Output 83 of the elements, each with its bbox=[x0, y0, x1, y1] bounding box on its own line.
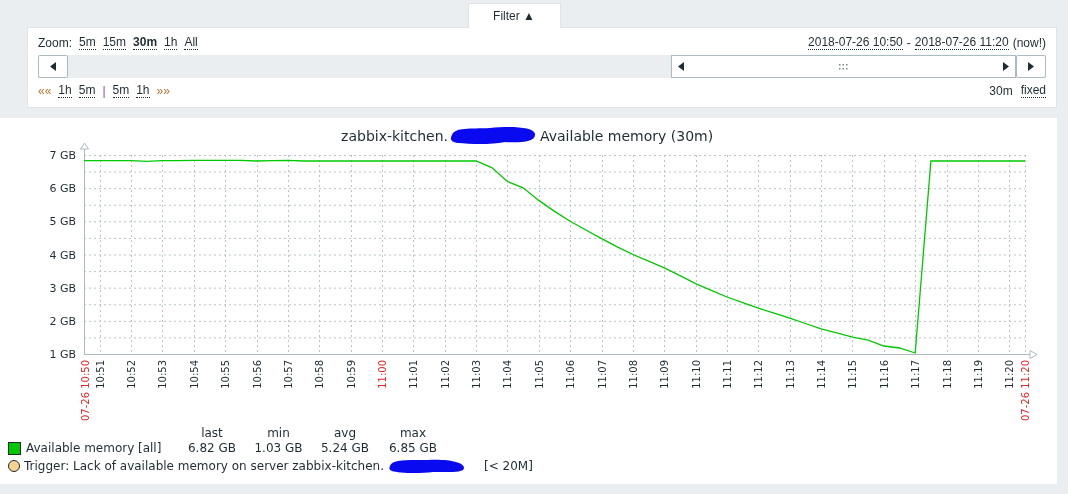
period-slider-handle[interactable] bbox=[671, 55, 1016, 78]
zoom-link[interactable]: 15m bbox=[102, 36, 127, 50]
x-tick-label: 11:02 bbox=[440, 360, 451, 389]
step-link[interactable]: 1h bbox=[58, 84, 72, 98]
x-tick-label: 11:11 bbox=[722, 360, 733, 389]
legend-value: 1.03 GB bbox=[253, 441, 304, 455]
x-tick-label: 10:51 bbox=[95, 360, 106, 389]
graph-title-item: Available memory (30m) bbox=[540, 128, 714, 144]
legend-value: 6.82 GB bbox=[186, 441, 238, 455]
x-tick-label: 11:09 bbox=[659, 360, 670, 389]
legend-value: 6.85 GB bbox=[387, 441, 439, 455]
x-tick-label: 10:53 bbox=[157, 360, 168, 389]
x-tick-label: 11:15 bbox=[847, 360, 858, 389]
right-arrow-icon bbox=[1028, 62, 1034, 71]
x-tick-label: 11:00 bbox=[377, 360, 388, 389]
legend-column-header: avg bbox=[332, 426, 358, 440]
fixed-link[interactable]: fixed bbox=[1020, 84, 1046, 98]
x-tick-label: 10:54 bbox=[189, 360, 200, 389]
jump-arrows-link[interactable]: «« bbox=[38, 84, 52, 98]
x-tick-label: 11:17 bbox=[910, 360, 921, 389]
now-label: (now!) bbox=[1012, 36, 1046, 50]
x-tick-label: 11:07 bbox=[597, 360, 608, 389]
zoom-link[interactable]: All bbox=[184, 36, 198, 50]
y-tick-label: 4 GB bbox=[49, 248, 76, 262]
y-tick-label: 1 GB bbox=[49, 348, 76, 361]
left-arrow-icon bbox=[678, 62, 684, 71]
legend-column-header: max bbox=[398, 426, 428, 440]
period-length: 30m bbox=[989, 84, 1013, 98]
x-tick-label: 11:08 bbox=[628, 360, 639, 389]
separator: | bbox=[102, 84, 106, 98]
y-tick-label: 5 GB bbox=[49, 215, 76, 229]
legend-color-swatch bbox=[8, 441, 21, 455]
x-tick-label: 11:06 bbox=[565, 360, 576, 389]
y-tick-label: 7 GB bbox=[49, 149, 76, 162]
zoom-label: Zoom: bbox=[38, 36, 72, 50]
x-tick-label: 10:58 bbox=[314, 360, 325, 389]
period-start-label: 07-26 10:50 bbox=[80, 360, 91, 422]
y-tick-label: 6 GB bbox=[49, 182, 76, 196]
x-tick-label: 11:10 bbox=[691, 360, 702, 389]
filter-tab[interactable]: Filter ▲ bbox=[467, 3, 561, 28]
right-arrow-icon bbox=[1003, 62, 1009, 71]
x-tick-label: 11:19 bbox=[973, 360, 984, 389]
zoom-link[interactable]: 1h bbox=[164, 36, 178, 50]
legend-column-header: last bbox=[200, 426, 224, 440]
scroll-left-button[interactable] bbox=[38, 55, 68, 78]
x-tick-label: 11:04 bbox=[502, 360, 513, 389]
y-tick-label: 3 GB bbox=[49, 281, 76, 295]
graph-title-host: zabbix-kitchen. bbox=[341, 128, 448, 144]
period-end-label: 07-26 11:20 bbox=[1020, 360, 1031, 422]
x-tick-label: 10:57 bbox=[283, 360, 294, 389]
x-tick-label: 11:13 bbox=[785, 360, 796, 389]
trigger-threshold: [< 20M] bbox=[483, 459, 533, 473]
x-tick-label: 11:18 bbox=[942, 360, 953, 389]
legend-item-name: Available memory bbox=[26, 441, 135, 455]
legend-function: [all] bbox=[138, 441, 163, 455]
period-end-link[interactable]: 2018-07-26 11:20 bbox=[914, 36, 1009, 50]
trigger-description: Trigger: Lack of available memory on server zabbix-kitchen. bbox=[24, 459, 384, 473]
x-tick-label: 11:20 bbox=[1004, 360, 1015, 389]
x-tick-label: 11:01 bbox=[408, 360, 419, 389]
step-link[interactable]: 1h bbox=[136, 84, 150, 98]
x-tick-label: 11:16 bbox=[879, 360, 890, 389]
x-tick-label: 11:14 bbox=[816, 360, 827, 389]
x-tick-label: 10:52 bbox=[126, 360, 137, 389]
x-tick-label: 11:03 bbox=[471, 360, 482, 389]
x-tick-label: 11:12 bbox=[753, 360, 764, 389]
step-link[interactable]: 5m bbox=[112, 84, 130, 98]
zoom-link[interactable]: 5m bbox=[79, 36, 96, 50]
scroll-right-button[interactable] bbox=[1016, 55, 1046, 78]
x-tick-label: 11:05 bbox=[534, 360, 545, 389]
y-tick-label: 2 GB bbox=[49, 314, 76, 328]
zoom-link[interactable]: 30m bbox=[133, 36, 158, 50]
x-tick-label: 10:55 bbox=[220, 360, 231, 389]
legend-column-header: min bbox=[266, 426, 291, 440]
period-separator: - bbox=[906, 36, 911, 50]
period-start-link[interactable]: 2018-07-26 10:50 bbox=[808, 36, 903, 50]
x-tick-label: 10:59 bbox=[346, 360, 357, 389]
trigger-status-icon bbox=[8, 460, 20, 472]
x-tick-label: 10:56 bbox=[252, 360, 263, 389]
step-link[interactable]: 5m bbox=[78, 84, 96, 98]
jump-arrows-link[interactable]: »» bbox=[156, 84, 170, 98]
legend-value: 5.24 GB bbox=[319, 441, 371, 455]
grip-icon bbox=[839, 63, 848, 70]
left-arrow-icon bbox=[50, 62, 56, 71]
